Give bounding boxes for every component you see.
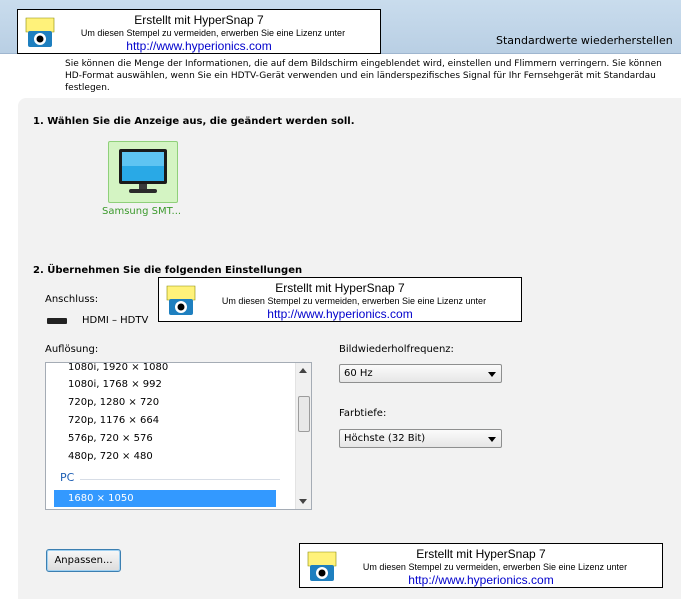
hypersnap-stamp: Erstellt mit HyperSnap 7 Um diesen Stemp… bbox=[17, 9, 381, 54]
stamp-title: Erstellt mit HyperSnap 7 bbox=[275, 281, 405, 295]
refresh-rate-value: 60 Hz bbox=[344, 368, 373, 379]
refresh-rate-label: Bildwiederholfrequenz: bbox=[339, 344, 454, 355]
list-item[interactable]: 720p, 1176 × 664 bbox=[68, 412, 159, 429]
resolution-label: Auflösung: bbox=[45, 344, 99, 355]
list-item[interactable]: 480p, 720 × 480 bbox=[68, 448, 153, 465]
scroll-up-icon[interactable] bbox=[299, 368, 307, 373]
stamp-url: http://www.hyperionics.com bbox=[267, 307, 413, 321]
hypersnap-stamp: Erstellt mit HyperSnap 7 Um diesen Stemp… bbox=[299, 543, 663, 588]
color-depth-label: Farbtiefe: bbox=[339, 408, 387, 419]
chevron-down-icon bbox=[488, 372, 496, 377]
connection-value: HDMI – HDTV bbox=[82, 315, 149, 326]
hdmi-icon bbox=[47, 318, 67, 324]
display-tile[interactable] bbox=[108, 141, 178, 203]
resolution-scrollbar[interactable] bbox=[295, 363, 311, 509]
chevron-down-icon bbox=[488, 437, 496, 442]
list-item[interactable]: 720p, 1280 × 720 bbox=[68, 394, 159, 411]
display-label: Samsung SMT... bbox=[102, 206, 182, 217]
stamp-notice: Um diesen Stempel zu vermeiden, erwerben… bbox=[80, 28, 346, 38]
color-depth-dropdown[interactable]: Höchste (32 Bit) bbox=[339, 429, 502, 448]
stamp-url: http://www.hyperionics.com bbox=[126, 39, 272, 53]
resolution-list[interactable]: 1080i, 1920 × 1080 1080i, 1768 × 992 720… bbox=[45, 362, 312, 510]
stamp-title: Erstellt mit HyperSnap 7 bbox=[134, 13, 264, 27]
scroll-thumb[interactable] bbox=[298, 396, 310, 432]
resolution-group-header: PC bbox=[60, 471, 75, 484]
customize-button[interactable]: Anpassen... bbox=[46, 549, 121, 572]
scroll-down-icon[interactable] bbox=[299, 499, 307, 504]
stamp-title: Erstellt mit HyperSnap 7 bbox=[416, 547, 546, 561]
stamp-notice: Um diesen Stempel zu vermeiden, erwerben… bbox=[221, 296, 487, 306]
section-1-title: 1. Wählen Sie die Anzeige aus, die geänd… bbox=[33, 116, 355, 127]
section-2-title: 2. Übernehmen Sie die folgenden Einstell… bbox=[33, 265, 303, 276]
list-item[interactable]: 1080i, 1768 × 992 bbox=[68, 376, 162, 393]
stamp-url: http://www.hyperionics.com bbox=[408, 573, 554, 587]
list-item[interactable]: 1080i, 1920 × 1080 bbox=[68, 363, 168, 376]
list-item[interactable]: 576p, 720 × 576 bbox=[68, 430, 153, 447]
monitor-icon bbox=[119, 149, 167, 193]
restore-defaults-link[interactable]: Standardwerte wiederherstellen bbox=[496, 34, 673, 47]
hypersnap-stamp: Erstellt mit HyperSnap 7 Um diesen Stemp… bbox=[158, 277, 522, 322]
resolution-selected-item[interactable]: 1680 × 1050 bbox=[54, 490, 276, 507]
color-depth-value: Höchste (32 Bit) bbox=[344, 433, 426, 444]
refresh-rate-dropdown[interactable]: 60 Hz bbox=[339, 364, 502, 383]
connection-label: Anschluss: bbox=[45, 294, 99, 305]
group-divider bbox=[80, 479, 280, 480]
intro-text: Sie können die Menge der Informationen, … bbox=[65, 59, 662, 93]
stamp-notice: Um diesen Stempel zu vermeiden, erwerben… bbox=[362, 562, 628, 572]
